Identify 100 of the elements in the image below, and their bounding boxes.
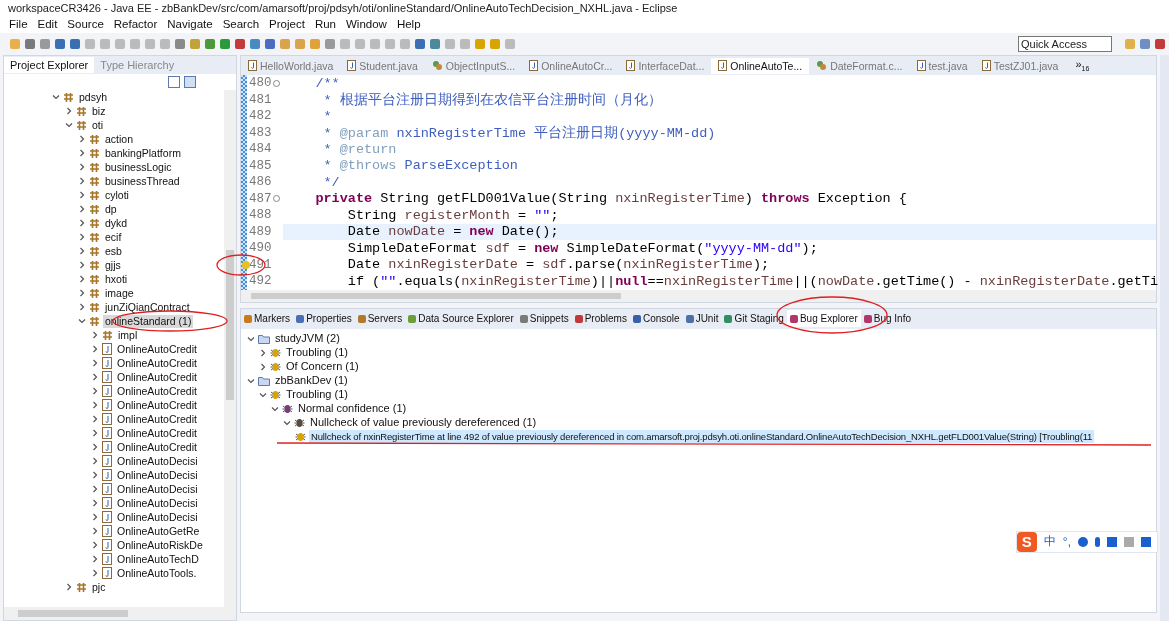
menu-item[interactable]: Navigate: [167, 17, 213, 30]
toolbar-icon[interactable]: [220, 38, 230, 49]
tree-item[interactable]: OnlineAutoCredit: [115, 370, 199, 384]
menu-item[interactable]: File: [9, 17, 28, 30]
collapse-all-icon[interactable]: [168, 76, 180, 88]
tree-item[interactable]: businessLogic: [103, 160, 174, 174]
editor-tab[interactable]: DateFormat.c...: [809, 57, 910, 74]
java-file-icon: [248, 60, 257, 71]
tree-item[interactable]: hxoti: [103, 272, 130, 286]
tree-item[interactable]: Normal confidence (1): [296, 402, 409, 415]
tree-item[interactable]: OnlineAutoRiskDe: [115, 538, 205, 552]
view-tab[interactable]: Properties: [293, 310, 355, 327]
view-tab[interactable]: Servers: [354, 310, 406, 327]
toolbar-icon[interactable]: [40, 38, 50, 49]
tree-item[interactable]: bankingPlatform: [103, 146, 183, 160]
tree-item[interactable]: action: [103, 132, 136, 146]
view-tab[interactable]: Console: [629, 310, 683, 327]
tree-item[interactable]: zbBankDev (1): [273, 374, 350, 387]
tree-item[interactable]: OnlineAutoTools.: [115, 566, 199, 580]
toolbar-icon[interactable]: [235, 38, 245, 49]
tree-item[interactable]: image: [103, 286, 136, 300]
ime-punctuation[interactable]: °,: [1062, 534, 1071, 549]
tree-item[interactable]: Nullcheck of nxinRegisterTime at line 492 of value previously dereferenced in com.amarsoft.proj.pdsyh.oti.onlineStandard.OnlineAutoTechDecision_NXHL.getFLD001Value(String) [Troubling(11: [309, 430, 1095, 443]
quick-access-field[interactable]: Quick Access: [1018, 35, 1112, 52]
view-tab[interactable]: Bug Explorer: [786, 310, 861, 327]
scrollbar-thumb[interactable]: [251, 292, 621, 299]
tree-item[interactable]: oti: [90, 118, 106, 132]
editor-tab[interactable]: TestZJ01.java: [974, 57, 1066, 74]
tree-item[interactable]: OnlineAutoDecisi: [115, 482, 200, 496]
more-tabs-button[interactable]: »$_{16}$: [1075, 58, 1090, 73]
java-file-icon: [102, 497, 112, 509]
toolbar-icon[interactable]: [250, 38, 260, 49]
editor-tab[interactable]: test.java: [909, 57, 975, 74]
tree-item[interactable]: OnlineAutoCredit: [115, 426, 199, 440]
package-icon: [76, 581, 87, 593]
menu-item[interactable]: Refactor: [113, 17, 158, 30]
tree-item[interactable]: impl: [116, 328, 140, 342]
editor-tab[interactable]: HelloWorld.java: [241, 57, 341, 74]
tree-item[interactable]: OnlineAutoCredit: [115, 384, 199, 398]
view-tab[interactable]: Project Explorer: [4, 57, 95, 73]
java-file-icon: [102, 539, 112, 551]
editor-tab[interactable]: OnlineAutoCr...: [522, 57, 620, 74]
toolbar-icon[interactable]: [25, 38, 35, 49]
tree-item[interactable]: OnlineAutoDecisi: [115, 510, 200, 524]
tree-item[interactable]: OnlineAutoCredit: [115, 356, 199, 370]
tree-item[interactable]: pjc: [90, 580, 108, 594]
tree-item[interactable]: Of Concern (1): [284, 360, 361, 373]
package-icon: [63, 91, 74, 103]
scrollbar-thumb[interactable]: [226, 250, 234, 400]
tree-item[interactable]: OnlineAutoCredit: [115, 412, 199, 426]
tree-item[interactable]: dykd: [103, 216, 130, 230]
tree-item[interactable]: businessThread: [103, 174, 182, 188]
editor-tab[interactable]: ObjectInputS...: [424, 57, 523, 74]
toolbar-icon[interactable]: [55, 38, 65, 49]
tree-item[interactable]: biz: [90, 104, 108, 118]
tree-item[interactable]: OnlineAutoTechD: [115, 552, 201, 566]
tree-item[interactable]: OnlineAutoCredit: [115, 342, 199, 356]
tree-item[interactable]: OnlineAutoDecisi: [115, 468, 200, 482]
view-tab[interactable]: Data Source Explorer: [405, 310, 517, 327]
tree-item[interactable]: junZiQianContract: [103, 300, 192, 314]
editor-tab[interactable]: OnlineAutoTe...: [711, 57, 810, 74]
editor-tab[interactable]: Student.java: [340, 57, 425, 74]
tree-item[interactable]: esb: [103, 244, 124, 258]
tree-item[interactable]: OnlineAutoCredit: [115, 440, 199, 454]
tree-item[interactable]: dp: [103, 202, 119, 216]
menu-item[interactable]: Help: [396, 17, 421, 30]
tree-item[interactable]: OnlineAutoCredit: [115, 398, 199, 412]
editor-tab[interactable]: InterfaceDat...: [619, 57, 712, 74]
menu-item[interactable]: Run: [314, 17, 336, 30]
scrollbar-thumb[interactable]: [18, 610, 128, 617]
menu-item[interactable]: Search: [222, 17, 260, 30]
ime-mode[interactable]: 中: [1043, 533, 1056, 550]
toolbar-icon[interactable]: [70, 38, 80, 49]
toolbar-icon[interactable]: [325, 38, 335, 49]
view-tab[interactable]: Problems: [571, 310, 630, 327]
toolbar-icon[interactable]: [265, 38, 275, 49]
menu-item[interactable]: Project: [269, 17, 305, 30]
toolbar-icon[interactable]: [415, 38, 425, 49]
menu-item[interactable]: Edit: [37, 17, 58, 30]
tree-item[interactable]: pdsyh: [77, 90, 110, 104]
view-tab[interactable]: JUnit: [682, 310, 722, 327]
toolbar-icon[interactable]: [175, 38, 185, 49]
java-file-icon: [102, 525, 112, 537]
tree-item[interactable]: cyloti: [103, 188, 131, 202]
tree-item[interactable]: studyJVM (2): [273, 332, 342, 345]
tree-item[interactable]: OnlineAutoDecisi: [115, 454, 200, 468]
tree-item[interactable]: ecif: [103, 230, 124, 244]
tree-item[interactable]: gjjs: [103, 258, 123, 272]
tree-item[interactable]: Troubling (1): [284, 346, 350, 359]
menu-item[interactable]: Window: [346, 17, 387, 30]
menu-item[interactable]: Source: [67, 17, 104, 30]
tree-item[interactable]: Troubling (1): [284, 388, 350, 401]
toolbar-icon[interactable]: [430, 38, 440, 49]
view-tab[interactable]: Markers: [241, 310, 294, 327]
link-editor-icon[interactable]: [184, 76, 196, 88]
tree-item[interactable]: OnlineAutoDecisi: [115, 496, 200, 510]
tree-item[interactable]: OnlineAutoGetRe: [115, 524, 202, 538]
tree-item[interactable]: Nullcheck of value previously dereferenced (1): [308, 416, 539, 429]
toolbar-icon[interactable]: [205, 38, 215, 49]
view-tab[interactable]: Snippets: [516, 310, 572, 327]
